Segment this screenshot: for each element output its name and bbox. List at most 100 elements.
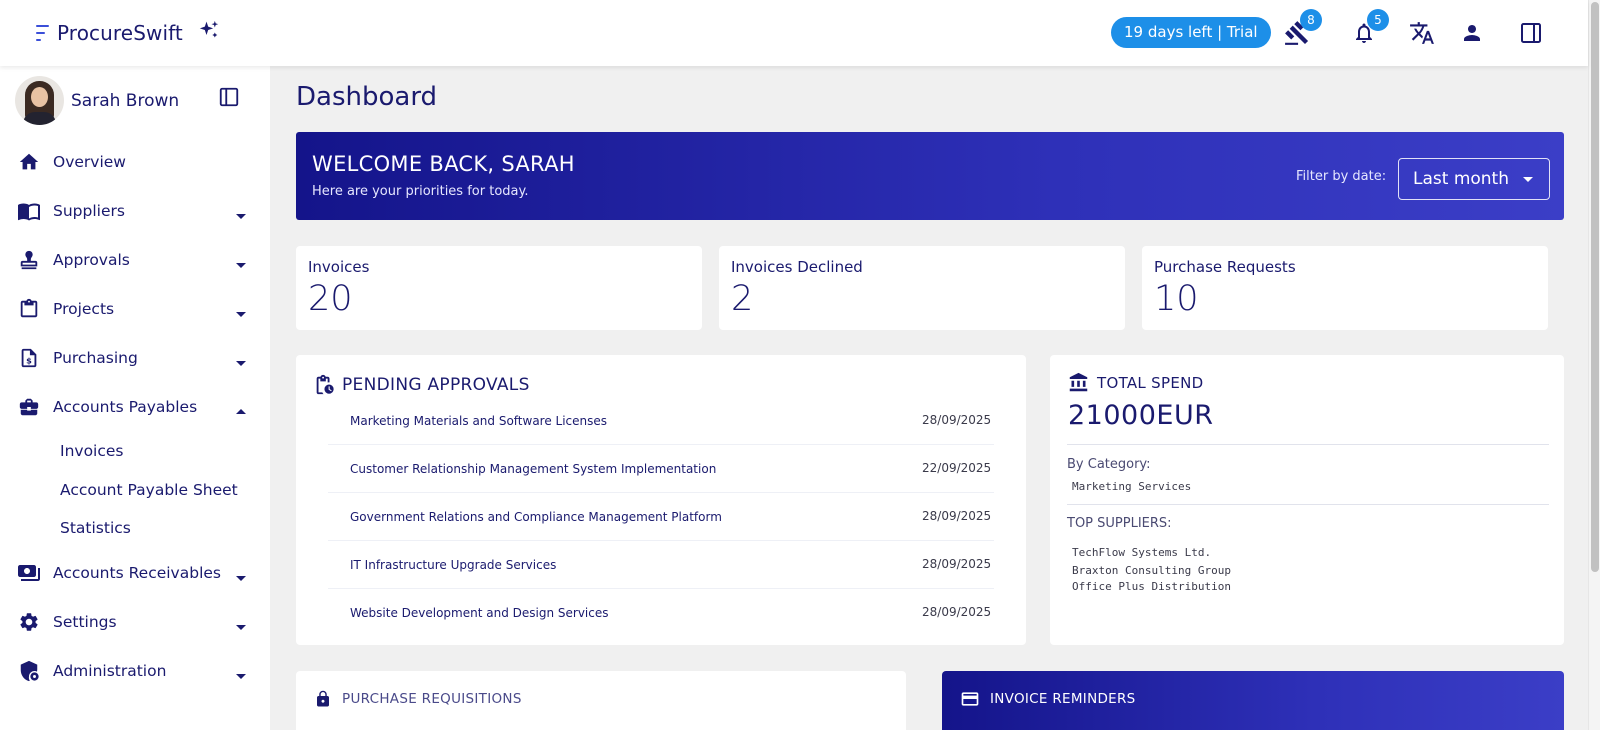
lock-icon [317, 690, 329, 707]
side-panel-icon [1521, 23, 1541, 43]
trial-badge[interactable]: 19 days left | Trial [1111, 17, 1271, 48]
invoice-reminders-header: INVOICE REMINDERS [960, 689, 1136, 709]
app-logo[interactable]: ProcureSwift [36, 20, 219, 45]
invoice-reminders-panel: INVOICE REMINDERS [942, 671, 1564, 730]
sidebar-item-label: Approvals [53, 251, 130, 269]
stat-card-purchase-requests[interactable]: Purchase Requests 10 [1142, 246, 1548, 330]
filter-label: Filter by date: [1296, 169, 1387, 184]
right-panel-toggle[interactable] [1514, 16, 1548, 50]
chevron-down-icon [236, 255, 246, 268]
purchase-requisitions-header: PURCHASE REQUISITIONS [314, 689, 522, 709]
approval-row[interactable]: Customer Relationship Management System … [328, 445, 994, 493]
book-icon [17, 199, 41, 223]
divider [1067, 444, 1549, 445]
chevron-down-icon [236, 304, 246, 317]
chevron-down-icon [236, 568, 246, 581]
sidebar-subitem-invoices[interactable]: Invoices [60, 442, 124, 460]
sidebar-item-projects[interactable]: Projects [0, 289, 270, 329]
gavel-count-badge: 8 [1300, 9, 1322, 31]
chevron-up-icon [236, 402, 246, 414]
sidebar: Sarah Brown Overview Suppliers Approvals [0, 66, 270, 730]
collapse-sidebar-button[interactable] [218, 86, 240, 108]
stat-value: 10 [1154, 279, 1199, 319]
welcome-title: WELCOME BACK, SARAH [312, 152, 575, 176]
stat-card-invoices[interactable]: Invoices 20 [296, 246, 702, 330]
page-title: Dashboard [296, 82, 438, 112]
avatar [15, 76, 64, 125]
approval-date: 22/09/2025 [922, 461, 992, 475]
sidebar-item-label: Purchasing [53, 349, 138, 367]
total-spend-title: TOTAL SPEND [1097, 373, 1204, 392]
sidebar-item-label: Accounts Payables [53, 398, 198, 416]
sidebar-subitem-account-payable-sheet[interactable]: Account Payable Sheet [60, 481, 238, 499]
profile-button[interactable] [1455, 16, 1489, 50]
sidebar-item-label: Settings [53, 613, 117, 631]
translate-icon [1410, 22, 1434, 44]
logo-icon [36, 23, 50, 43]
sidebar-subitem-statistics[interactable]: Statistics [60, 519, 131, 537]
money-icon [17, 561, 41, 585]
sidebar-item-label: Administration [53, 662, 167, 680]
sidebar-item-suppliers[interactable]: Suppliers [0, 191, 270, 231]
svg-text:$: $ [26, 356, 32, 366]
shield-icon [17, 659, 41, 683]
sidebar-item-approvals[interactable]: Approvals [0, 240, 270, 280]
caret-down-icon [1523, 177, 1533, 182]
bank-icon [1069, 372, 1088, 392]
approval-date: 28/09/2025 [922, 557, 992, 571]
stat-value: 2 [731, 279, 754, 319]
main-content: Dashboard WELCOME BACK, SARAH Here are y… [270, 66, 1588, 730]
total-spend-header: TOTAL SPEND [1068, 372, 1203, 393]
supplier-item: Office Plus Distribution [1072, 580, 1231, 593]
stat-card-invoices-declined[interactable]: Invoices Declined 2 [719, 246, 1125, 330]
page-scrollbar[interactable] [1588, 0, 1600, 730]
clipboard-icon [17, 297, 41, 321]
sidebar-item-label: Suppliers [53, 202, 125, 220]
date-filter-select[interactable]: Last month [1398, 158, 1550, 200]
chevron-down-icon [236, 617, 246, 630]
welcome-subtitle: Here are your priorities for today. [312, 184, 529, 199]
gear-icon [17, 610, 41, 634]
chevron-down-icon [236, 353, 246, 366]
approval-date: 28/09/2025 [922, 509, 992, 523]
sidebar-item-label: Accounts Receivables [53, 564, 221, 582]
sidebar-item-purchasing[interactable]: $ Purchasing [0, 338, 270, 378]
scrollbar-thumb[interactable] [1591, 2, 1599, 572]
approval-row[interactable]: IT Infrastructure Upgrade Services 28/09… [328, 541, 994, 589]
credit-card-icon [961, 692, 979, 706]
top-suppliers-label: TOP SUPPLIERS: [1067, 516, 1172, 531]
sidebar-item-settings[interactable]: Settings [0, 602, 270, 642]
chevron-down-icon [236, 206, 246, 219]
approval-row[interactable]: Website Development and Design Services … [328, 589, 994, 637]
pending-approvals-panel: PENDING APPROVALS Marketing Materials an… [296, 355, 1026, 645]
pending-approvals-title: PENDING APPROVALS [342, 375, 530, 395]
approval-name: IT Infrastructure Upgrade Services [350, 558, 557, 572]
briefcase-icon [17, 395, 41, 419]
approval-row[interactable]: Government Relations and Compliance Mana… [328, 493, 994, 541]
category-value: Marketing Services [1072, 480, 1192, 493]
stat-label: Invoices [308, 258, 370, 276]
sidebar-item-administration[interactable]: Administration [0, 651, 270, 691]
notification-count-badge: 5 [1367, 9, 1389, 31]
approval-row[interactable]: Marketing Materials and Software License… [328, 397, 994, 445]
sidebar-item-label: Overview [53, 153, 126, 171]
approval-name: Government Relations and Compliance Mana… [350, 510, 722, 524]
total-spend-panel: TOTAL SPEND 21000EUR By Category: Market… [1050, 355, 1564, 645]
person-icon [1464, 25, 1480, 41]
sidebar-item-overview[interactable]: Overview [0, 142, 270, 182]
notifications-button[interactable]: 5 [1347, 9, 1389, 50]
clipboard-clock-icon [316, 374, 334, 395]
welcome-banner: WELCOME BACK, SARAH Here are your priori… [296, 132, 1564, 220]
approval-name: Marketing Materials and Software License… [350, 414, 608, 428]
sidebar-item-accounts-receivables[interactable]: Accounts Receivables [0, 553, 270, 593]
language-button[interactable] [1405, 16, 1439, 50]
purchase-requisitions-panel: PURCHASE REQUISITIONS [296, 671, 906, 730]
stat-value: 20 [308, 279, 353, 319]
supplier-item: Braxton Consulting Group [1072, 564, 1231, 577]
date-filter-value: Last month [1413, 169, 1509, 189]
sidebar-item-accounts-payables[interactable]: Accounts Payables [0, 387, 270, 427]
gavel-button[interactable]: 8 [1280, 9, 1322, 50]
sparkle-icon[interactable] [199, 20, 219, 45]
user-profile[interactable]: Sarah Brown [15, 76, 179, 125]
sidebar-item-label: Projects [53, 300, 115, 318]
